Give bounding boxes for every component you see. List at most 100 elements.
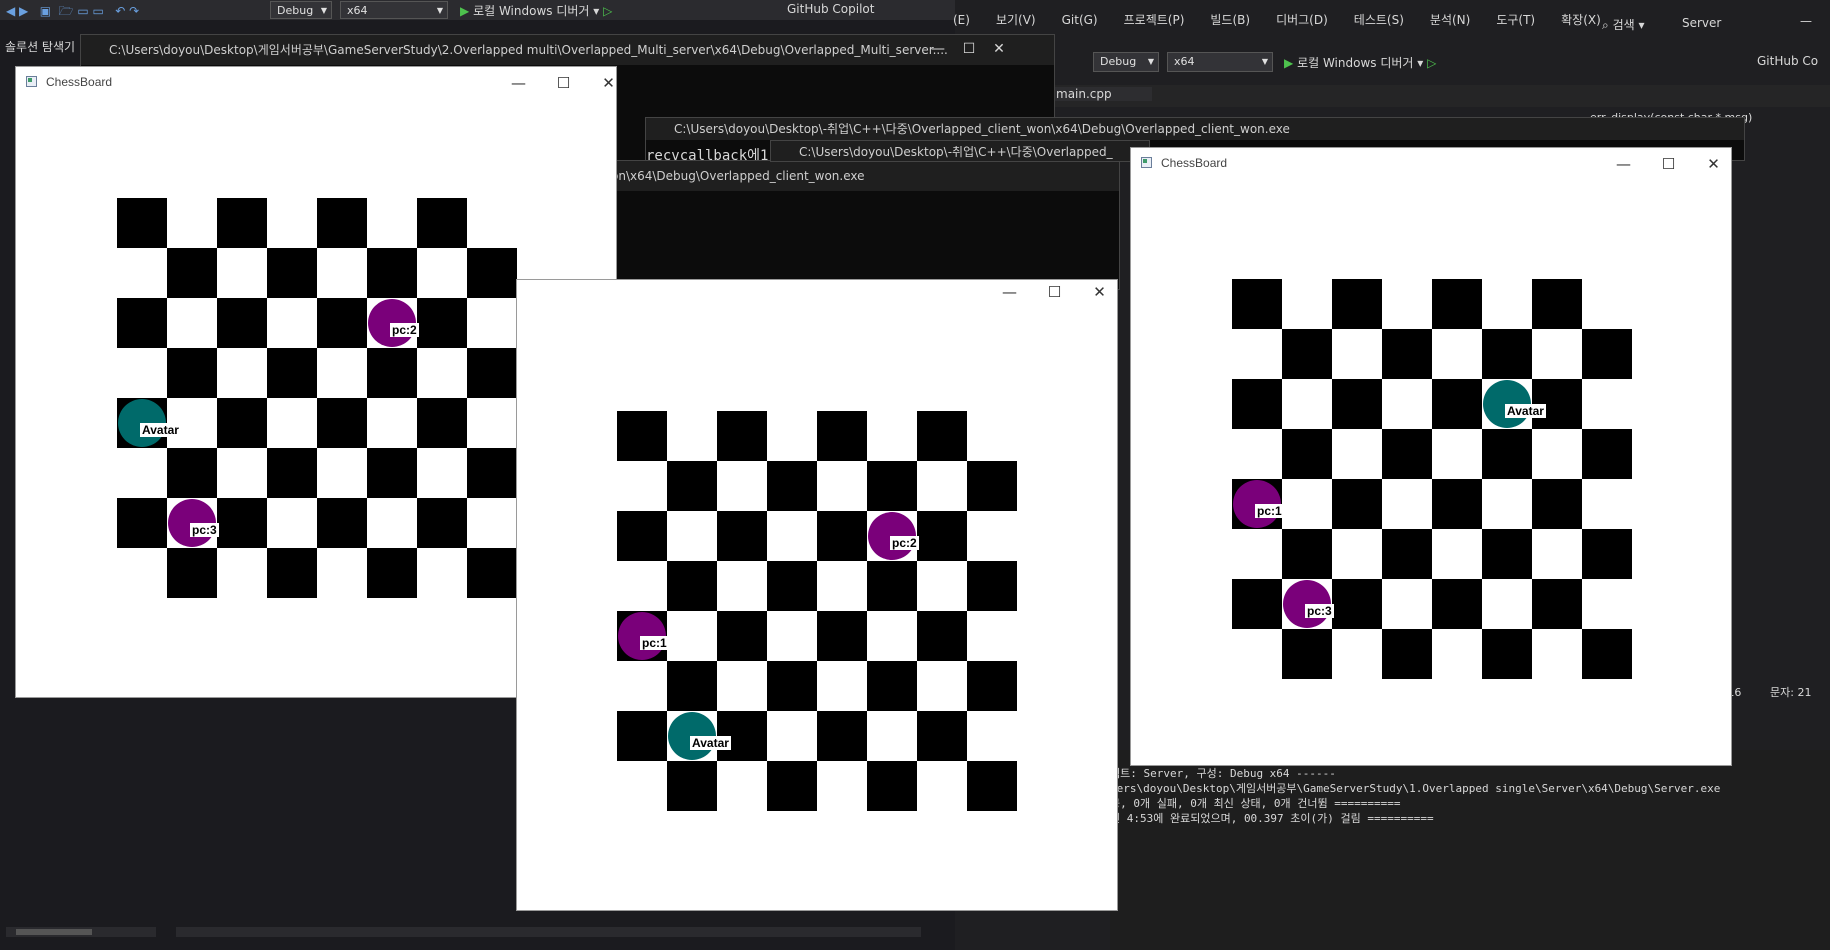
board-cell[interactable] <box>417 248 467 298</box>
minimize-icon[interactable]: — <box>496 67 541 99</box>
board-cell[interactable] <box>717 611 767 661</box>
board-cell[interactable] <box>817 461 867 511</box>
board-cell[interactable] <box>717 561 767 611</box>
board-cell[interactable] <box>417 198 467 248</box>
board-cell[interactable] <box>617 761 667 811</box>
board-cell[interactable] <box>1532 479 1582 529</box>
board-cell[interactable] <box>1532 629 1582 679</box>
board-cell[interactable] <box>1482 429 1532 479</box>
window-titlebar[interactable]: ChessBoard — ☐ ✕ <box>1131 148 1731 180</box>
board-cell[interactable] <box>1332 329 1382 379</box>
board-cell[interactable] <box>267 248 317 298</box>
board-cell[interactable] <box>317 398 367 448</box>
board-cell[interactable] <box>367 498 417 548</box>
board-cell[interactable] <box>1282 279 1332 329</box>
board-cell[interactable] <box>317 548 367 598</box>
menu-item[interactable]: Git(G) <box>1062 13 1098 27</box>
board-cell[interactable] <box>667 661 717 711</box>
bottom-scrollbar[interactable] <box>6 927 156 937</box>
board-cell[interactable] <box>1332 629 1382 679</box>
board-cell[interactable] <box>867 561 917 611</box>
board-cell[interactable] <box>717 661 767 711</box>
board-cell[interactable] <box>1282 529 1332 579</box>
board-cell[interactable] <box>1582 429 1632 479</box>
board-cell[interactable] <box>1432 379 1482 429</box>
board-cell[interactable] <box>267 448 317 498</box>
board-cell[interactable] <box>1332 429 1382 479</box>
board-cell[interactable] <box>1332 579 1382 629</box>
minimize-icon[interactable]: — <box>1601 148 1646 180</box>
board-cell[interactable] <box>817 561 867 611</box>
menu-item[interactable]: 분석(N) <box>1430 13 1470 27</box>
board-cell[interactable] <box>1532 279 1582 329</box>
chess-board[interactable]: pc:2 Avatar pc:3 <box>117 198 517 598</box>
board-cell[interactable] <box>767 561 817 611</box>
window-minimize-button[interactable]: — <box>1800 14 1812 28</box>
board-cell[interactable] <box>767 711 817 761</box>
board-cell[interactable] <box>167 348 217 398</box>
board-cell[interactable] <box>417 548 467 598</box>
board-cell[interactable] <box>467 348 517 398</box>
board-cell[interactable] <box>967 561 1017 611</box>
board-cell[interactable] <box>1432 479 1482 529</box>
copilot-button-right[interactable]: GitHub Co <box>1757 54 1818 68</box>
board-cell[interactable] <box>917 611 967 661</box>
board-cell[interactable] <box>167 448 217 498</box>
board-cell[interactable] <box>767 511 817 561</box>
board-cell[interactable] <box>367 348 417 398</box>
board-cell[interactable] <box>917 411 967 461</box>
board-cell[interactable] <box>417 498 467 548</box>
board-cell[interactable] <box>767 761 817 811</box>
board-cell[interactable] <box>867 711 917 761</box>
board-cell[interactable] <box>967 411 1017 461</box>
board-cell[interactable] <box>1382 529 1432 579</box>
board-cell[interactable] <box>767 461 817 511</box>
platform-dropdown-left[interactable]: x64 ▼ <box>340 1 448 19</box>
board-cell[interactable] <box>767 661 817 711</box>
menu-item[interactable]: (E) <box>953 13 970 27</box>
board-cell[interactable] <box>667 761 717 811</box>
board-cell[interactable] <box>217 248 267 298</box>
board-cell[interactable] <box>817 411 867 461</box>
board-cell[interactable] <box>1432 579 1482 629</box>
board-cell[interactable] <box>467 498 517 548</box>
board-cell[interactable] <box>217 448 267 498</box>
board-cell[interactable] <box>1232 579 1282 629</box>
board-cell[interactable] <box>117 548 167 598</box>
board-cell[interactable] <box>117 348 167 398</box>
board-cell[interactable] <box>417 448 467 498</box>
board-cell[interactable] <box>1582 579 1632 629</box>
board-cell[interactable] <box>1232 429 1282 479</box>
board-cell[interactable] <box>1532 529 1582 579</box>
board-cell[interactable] <box>767 411 817 461</box>
board-cell[interactable] <box>167 198 217 248</box>
board-cell[interactable] <box>1382 279 1432 329</box>
board-cell[interactable] <box>1482 579 1532 629</box>
minimize-icon[interactable]: — <box>987 280 1032 308</box>
close-icon[interactable]: ✕ <box>1077 280 1117 308</box>
board-cell[interactable] <box>1282 379 1332 429</box>
board-cell[interactable] <box>1232 279 1282 329</box>
board-cell[interactable] <box>1532 329 1582 379</box>
board-cell[interactable] <box>467 198 517 248</box>
close-icon[interactable]: ✕ <box>586 67 616 99</box>
platform-dropdown-right[interactable]: x64 ▼ <box>1167 52 1273 72</box>
board-cell[interactable] <box>667 611 717 661</box>
board-cell[interactable] <box>1382 329 1432 379</box>
board-cell[interactable] <box>1282 629 1332 679</box>
maximize-icon[interactable]: ☐ <box>1646 148 1691 180</box>
board-cell[interactable] <box>217 348 267 398</box>
menu-item[interactable]: 도구(T) <box>1496 13 1535 27</box>
board-cell[interactable] <box>317 348 367 398</box>
board-cell[interactable] <box>667 461 717 511</box>
board-cell[interactable] <box>667 411 717 461</box>
board-cell[interactable] <box>317 198 367 248</box>
menu-item[interactable]: 보기(V) <box>996 13 1036 27</box>
board-cell[interactable] <box>1582 529 1632 579</box>
board-cell[interactable] <box>1332 279 1382 329</box>
board-cell[interactable] <box>1432 529 1482 579</box>
board-cell[interactable] <box>817 661 867 711</box>
copilot-button-left[interactable]: GitHub Copilot <box>787 2 874 16</box>
board-cell[interactable] <box>417 398 467 448</box>
board-cell[interactable] <box>1582 379 1632 429</box>
